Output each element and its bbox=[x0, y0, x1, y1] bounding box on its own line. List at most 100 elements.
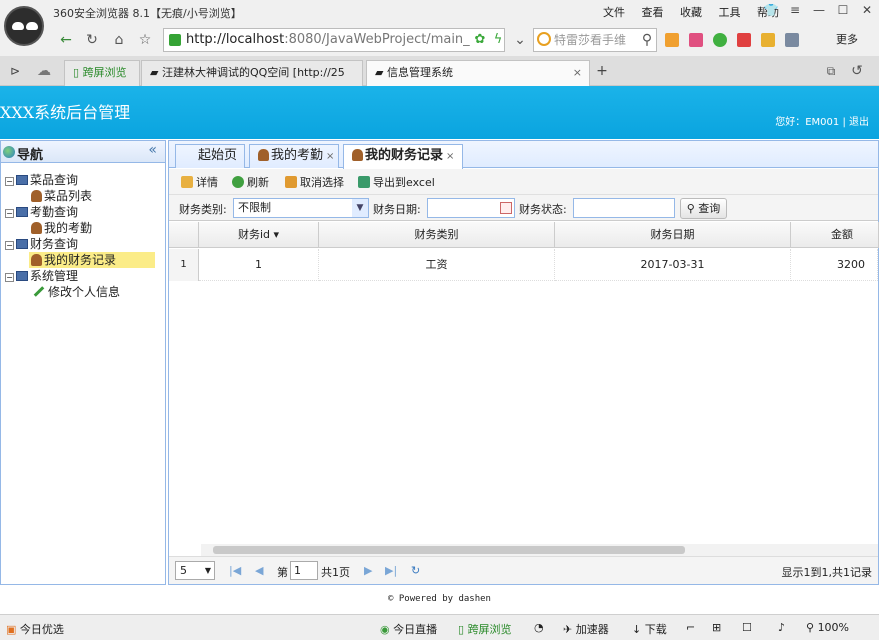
maximize-icon[interactable]: ☐ bbox=[831, 0, 855, 22]
today-live[interactable]: ◉ 今日直播 bbox=[380, 621, 437, 637]
tab-close-icon[interactable]: × bbox=[573, 61, 582, 85]
browser-logo-icon bbox=[4, 6, 44, 46]
undo-close-icon[interactable]: ↺ bbox=[846, 60, 868, 82]
extension-icon-money[interactable] bbox=[713, 33, 727, 47]
cloud-icon[interactable]: ☁ bbox=[33, 60, 55, 82]
last-page-icon[interactable]: ▶| bbox=[385, 564, 397, 577]
extension-icon-tools[interactable] bbox=[785, 33, 799, 47]
finance-type-select[interactable]: 不限制 ▼ bbox=[233, 198, 369, 218]
extension-icon-mail[interactable] bbox=[689, 33, 703, 47]
tab-close-icon[interactable]: × bbox=[326, 151, 334, 162]
tab-close-icon[interactable]: × bbox=[446, 151, 454, 162]
tab-my-attendance[interactable]: 我的考勤 × bbox=[249, 144, 339, 168]
skin-icon[interactable]: 👕 bbox=[759, 0, 783, 22]
toggle-icon[interactable]: − bbox=[5, 177, 14, 186]
window-icon[interactable]: ☐ bbox=[742, 621, 752, 634]
tab-cross-screen[interactable]: ▯ 跨屏浏览 bbox=[64, 60, 140, 86]
query-button[interactable]: ⚲ 查询 bbox=[680, 198, 727, 219]
cross-screen[interactable]: ▯ 跨屏浏览 bbox=[458, 621, 512, 637]
browser-tab-bar: ⊳ ☁ ▯ 跨屏浏览 ▰ 汪建林大神调试的QQ空间 [http://25 ▰ 信… bbox=[0, 56, 879, 86]
minimize-icon[interactable]: — bbox=[807, 0, 831, 22]
toggle-icon[interactable]: − bbox=[5, 209, 14, 218]
cell-finance-id[interactable]: 1 bbox=[199, 249, 319, 281]
page-size-select[interactable]: 5 ▼ bbox=[175, 561, 215, 580]
unselect-button[interactable]: 取消选择 bbox=[285, 174, 344, 190]
back-icon[interactable]: ← bbox=[55, 29, 77, 51]
extension-icon-translate[interactable] bbox=[737, 33, 751, 47]
cell-finance-type[interactable]: 工资 bbox=[319, 249, 555, 281]
header-finance-id[interactable]: 财务id ▾ bbox=[199, 222, 319, 248]
favorite-star-icon[interactable]: ☆ bbox=[134, 29, 156, 51]
horizontal-scrollbar[interactable] bbox=[201, 544, 878, 556]
home-icon[interactable]: ⌂ bbox=[108, 29, 130, 51]
tree-item-edit-profile[interactable]: 修改个人信息 bbox=[33, 284, 120, 300]
finance-date-input[interactable] bbox=[427, 198, 515, 218]
url-path: :8080/JavaWebProject/main_ bbox=[284, 32, 470, 47]
grid-icon[interactable]: ⊞ bbox=[712, 621, 721, 634]
zoom-control[interactable]: ⚲ 100% bbox=[806, 621, 849, 634]
collapse-icon[interactable]: « bbox=[148, 142, 157, 158]
scrollbar-thumb[interactable] bbox=[213, 546, 685, 554]
export-excel-button[interactable]: 导出到excel bbox=[358, 174, 435, 190]
menu-view[interactable]: 查看 bbox=[642, 6, 664, 19]
first-page-icon[interactable]: |◀ bbox=[229, 564, 241, 577]
screenshot-icon[interactable]: ⌐ bbox=[686, 621, 695, 634]
search-icon[interactable]: ⚲ bbox=[636, 29, 658, 51]
tree-item-system-admin[interactable]: − 系统管理 bbox=[5, 268, 78, 284]
finance-state-input[interactable] bbox=[573, 198, 675, 218]
header-finance-type[interactable]: 财务类别 bbox=[319, 222, 555, 248]
new-tab-button[interactable]: + bbox=[591, 60, 613, 82]
speed-icon[interactable]: ϟ bbox=[487, 29, 509, 51]
cell-finance-date[interactable]: 2017-03-31 bbox=[555, 249, 791, 281]
url-input[interactable]: http://localhost:8080/JavaWebProject/mai… bbox=[163, 28, 505, 52]
rocket-icon: ✈ bbox=[563, 623, 576, 636]
close-icon[interactable]: ✕ bbox=[855, 0, 879, 22]
browser-menu: 文件 查看 收藏 工具 帮助 bbox=[590, 4, 779, 20]
user-info-logout[interactable]: 您好：EM001 | 退出 bbox=[775, 113, 869, 128]
menu-file[interactable]: 文件 bbox=[603, 6, 625, 19]
chevron-down-icon: ▼ bbox=[204, 566, 211, 575]
sound-icon[interactable]: ♪ bbox=[778, 621, 785, 634]
download[interactable]: ↓ 下载 bbox=[632, 621, 667, 637]
tab-my-finance[interactable]: 我的财务记录 × bbox=[343, 144, 463, 169]
tab-info-system[interactable]: ▰ 信息管理系统 × bbox=[366, 60, 590, 86]
prev-page-icon[interactable]: ◀ bbox=[255, 564, 263, 577]
header-finance-date[interactable]: 财务日期 bbox=[555, 222, 791, 248]
refresh-button[interactable]: 刷新 bbox=[232, 174, 269, 190]
address-dropdown-icon[interactable]: ⌄ bbox=[509, 29, 531, 51]
chevron-down-icon: ▼ bbox=[352, 199, 368, 217]
tree-item-dish-list[interactable]: 菜品列表 bbox=[31, 188, 92, 204]
extension-icon-apps[interactable] bbox=[665, 33, 679, 47]
tree-item-menu-query[interactable]: − 菜品查询 bbox=[5, 172, 78, 188]
page-number-input[interactable]: 1 bbox=[290, 561, 318, 580]
today-picks[interactable]: ▣ 今日优选 bbox=[6, 621, 64, 637]
tab-qq-space[interactable]: ▰ 汪建林大神调试的QQ空间 [http://25 bbox=[141, 60, 363, 86]
sidebar-toggle-icon[interactable]: ⊳ bbox=[4, 60, 26, 82]
menu-favorites[interactable]: 收藏 bbox=[680, 6, 702, 19]
tree-item-my-finance[interactable]: 我的财务记录 bbox=[29, 252, 155, 268]
tree-item-my-attendance[interactable]: 我的考勤 bbox=[31, 220, 92, 236]
globe-icon bbox=[3, 146, 15, 158]
edit-icon bbox=[181, 176, 193, 188]
security-shield-icon bbox=[169, 34, 181, 46]
toggle-icon[interactable]: − bbox=[5, 241, 14, 250]
restore-tab-icon[interactable]: ⧉ bbox=[820, 60, 842, 82]
header-amount[interactable]: 金额 bbox=[791, 222, 879, 248]
tab-start-page[interactable]: 起始页 bbox=[175, 144, 245, 168]
tree-item-attendance-query[interactable]: − 考勤查询 bbox=[5, 204, 78, 220]
detail-button[interactable]: 详情 bbox=[181, 174, 218, 190]
undo-icon bbox=[285, 176, 297, 188]
accelerator[interactable]: ✈ 加速器 bbox=[563, 621, 609, 637]
next-page-icon[interactable]: ▶ bbox=[364, 564, 372, 577]
tree-item-finance-query[interactable]: − 财务查询 bbox=[5, 236, 78, 252]
refresh-icon[interactable]: ↻ bbox=[81, 29, 103, 51]
speed-icon[interactable]: ◔ bbox=[534, 621, 544, 634]
menu-tools[interactable]: 工具 bbox=[719, 6, 741, 19]
cell-amount[interactable]: 3200 bbox=[791, 249, 878, 281]
reload-icon[interactable]: ↻ bbox=[411, 564, 420, 577]
calendar-icon[interactable] bbox=[500, 202, 512, 214]
more-button[interactable]: 更多 bbox=[836, 31, 858, 47]
extension-icon-game[interactable] bbox=[761, 33, 775, 47]
toggle-icon[interactable]: − bbox=[5, 273, 14, 282]
settings-icon[interactable]: ≡ bbox=[783, 0, 807, 22]
